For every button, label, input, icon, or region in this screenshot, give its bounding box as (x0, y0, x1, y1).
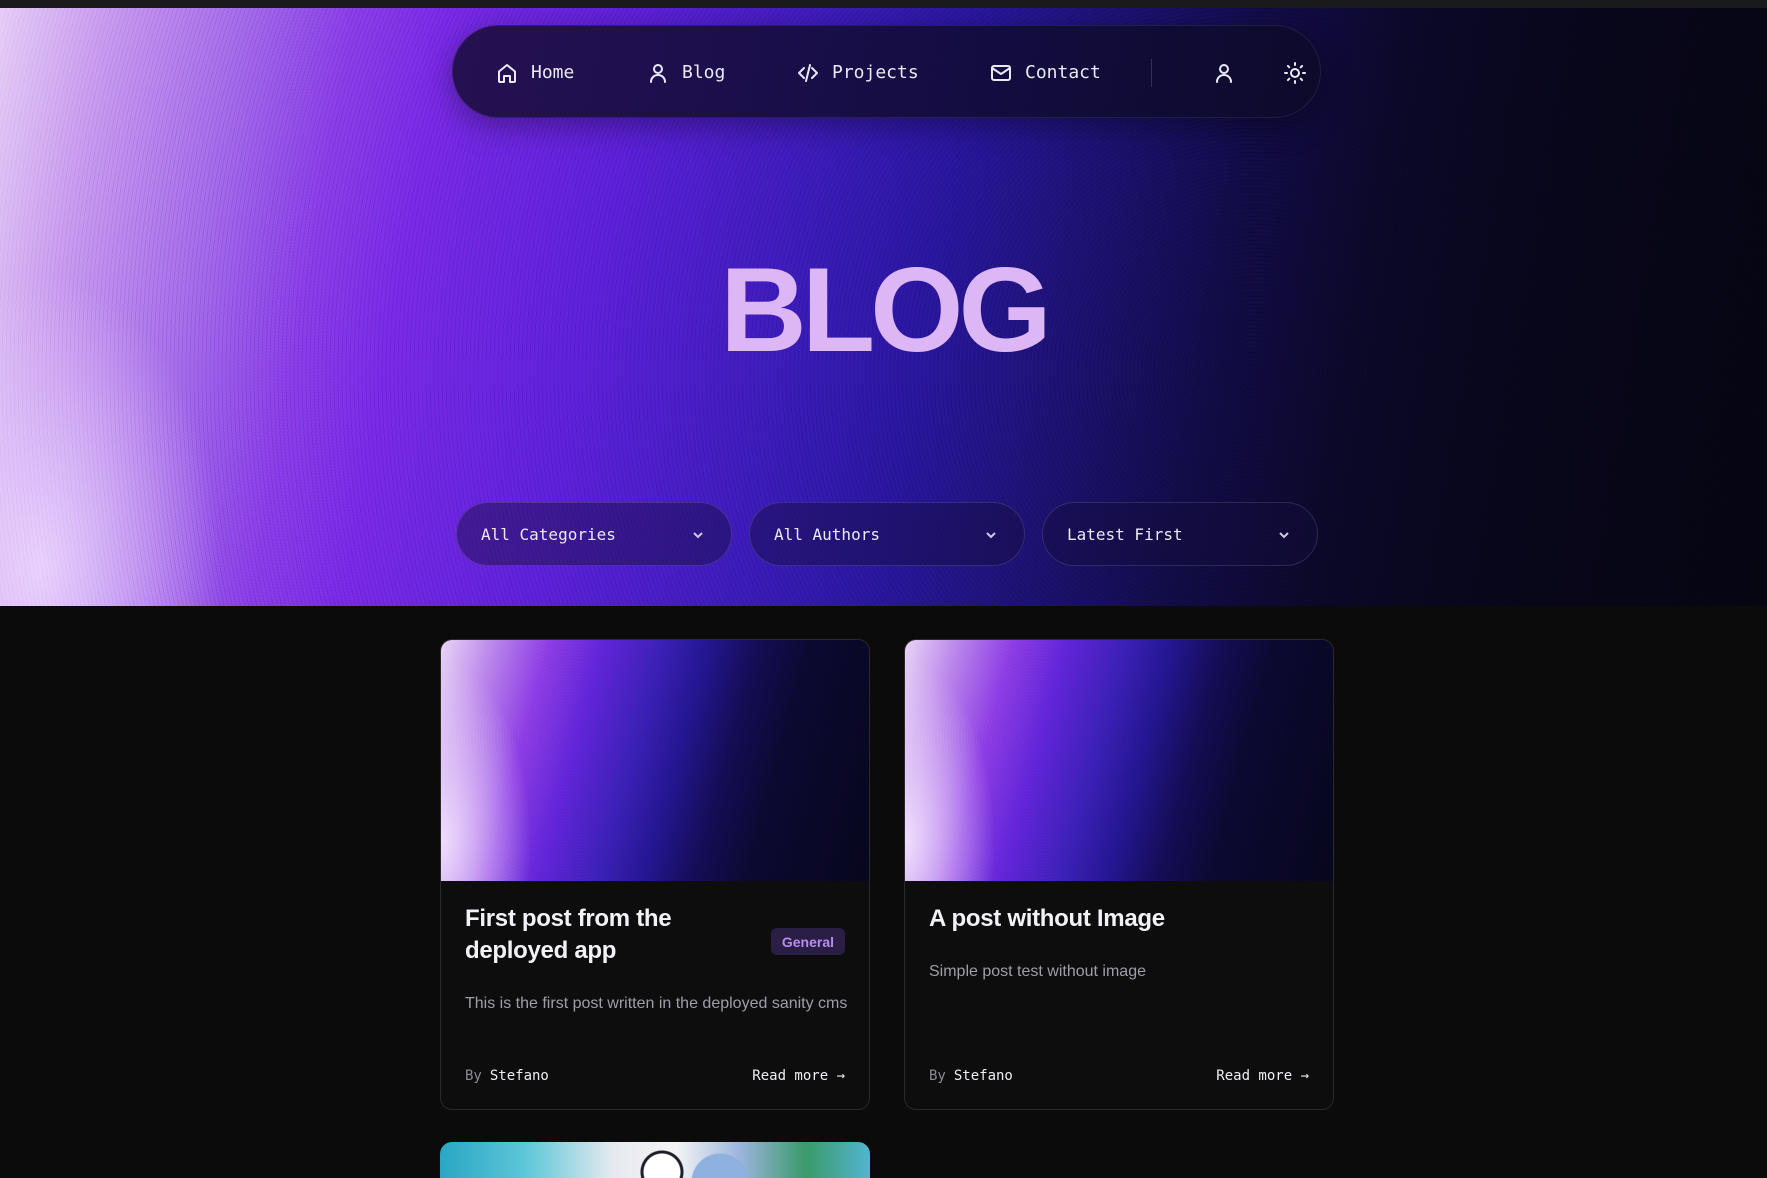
chevron-down-icon (1277, 527, 1291, 541)
chevron-down-icon (984, 527, 998, 541)
sun-icon (1284, 61, 1306, 84)
post-footer: By Stefano Read more → (929, 1066, 1309, 1086)
post-cover-image (905, 640, 1333, 881)
nav-projects[interactable]: Projects (796, 26, 919, 119)
cover-noise-texture (441, 640, 869, 881)
user-icon (650, 63, 666, 83)
nav-projects-label: Projects (832, 62, 919, 83)
category-filter-select[interactable]: All Categories (456, 502, 732, 566)
category-badge: General (770, 928, 845, 955)
home-icon (498, 63, 516, 83)
main-navigation: Home Blog Projects Contact (452, 25, 1321, 118)
nav-blog[interactable]: Blog (646, 26, 725, 119)
post-cover-illustration (440, 1142, 870, 1178)
author-name: Stefano (489, 1068, 549, 1084)
nav-divider (1151, 59, 1152, 87)
theme-toggle-button[interactable] (1275, 26, 1315, 119)
post-title[interactable]: First post from the deployed app (465, 903, 765, 967)
nav-blog-label: Blog (682, 62, 726, 83)
user-icon (1216, 63, 1232, 83)
top-bar (0, 0, 1767, 8)
category-filter-value: All Categories (481, 524, 616, 544)
read-more-link[interactable]: Read more → (1216, 1068, 1309, 1084)
post-card-partial[interactable] (440, 1142, 870, 1178)
post-title[interactable]: A post without Image (929, 903, 1309, 935)
chevron-down-icon (691, 527, 705, 541)
by-label: By (465, 1068, 482, 1084)
author-filter-value: All Authors (774, 524, 880, 544)
nav-home[interactable]: Home (495, 26, 574, 119)
post-card[interactable]: First post from the deployed app General… (440, 639, 870, 1110)
page-title: BLOG (720, 243, 1052, 377)
nav-home-label: Home (531, 62, 575, 83)
account-button[interactable] (1204, 26, 1244, 119)
cover-noise-texture (905, 640, 1333, 881)
mail-icon (991, 64, 1011, 81)
by-label: By (929, 1068, 946, 1084)
post-description: Simple post test without image (929, 963, 1146, 980)
post-card[interactable]: A post without Image Simple post test wi… (904, 639, 1334, 1110)
post-description: This is the first post written in the de… (465, 995, 848, 1012)
sort-order-value: Latest First (1067, 524, 1183, 544)
read-more-link[interactable]: Read more → (752, 1068, 845, 1084)
author-name: Stefano (953, 1068, 1013, 1084)
post-footer: By Stefano Read more → (465, 1066, 845, 1086)
nav-contact[interactable]: Contact (989, 26, 1101, 119)
author-filter-select[interactable]: All Authors (749, 502, 1025, 566)
post-cover-image (441, 640, 869, 881)
hero-section: Home Blog Projects Contact BLOG All Cate… (0, 8, 1767, 606)
sort-order-select[interactable]: Latest First (1042, 502, 1318, 566)
code-icon (798, 63, 818, 82)
nav-contact-label: Contact (1025, 62, 1101, 83)
